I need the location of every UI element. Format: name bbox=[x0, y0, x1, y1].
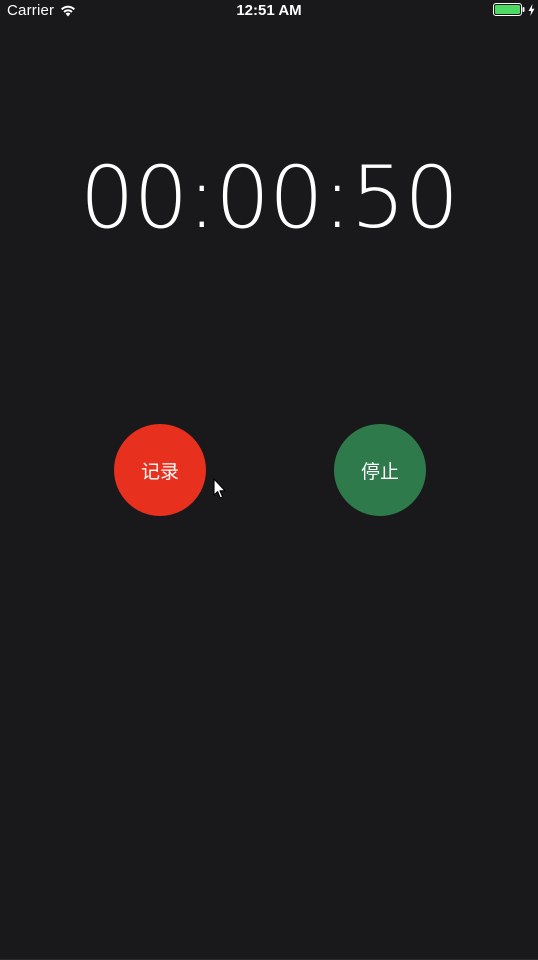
stop-label: 停止 bbox=[360, 460, 399, 483]
elapsed-time-display: 00:00:50 bbox=[79, 148, 459, 248]
status-bar: Carrier 12:51 AM bbox=[0, 0, 538, 22]
charging-bolt-icon bbox=[528, 3, 535, 16]
status-time: 12:51 AM bbox=[236, 2, 302, 19]
record-lap-button[interactable]: 记录 bbox=[114, 424, 206, 516]
mouse-pointer-icon bbox=[213, 478, 226, 499]
battery-group bbox=[493, 3, 535, 16]
stopwatch-screen: Carrier 12:51 AM 00:00:50 记录 停止 bbox=[0, 0, 538, 960]
battery-icon bbox=[493, 3, 525, 16]
stop-button[interactable]: 停止 bbox=[334, 424, 426, 516]
record-lap-label: 记录 bbox=[140, 460, 179, 483]
